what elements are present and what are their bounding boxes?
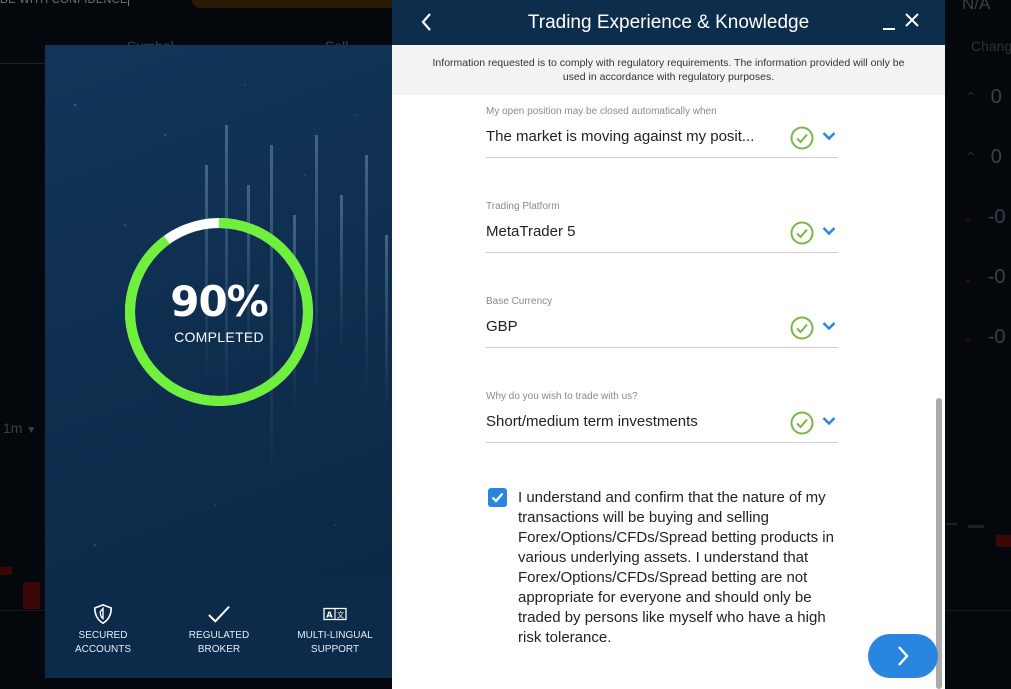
feature-regulated-broker: REGULATED BROKER	[161, 577, 277, 678]
chevron-right-icon	[898, 646, 909, 666]
change-row: ⌄ -0	[962, 326, 1006, 348]
field-trading-reason[interactable]: Why do you wish to trade with us? Short/…	[486, 380, 838, 475]
field-trading-platform[interactable]: Trading Platform MetaTrader 5	[486, 190, 838, 285]
valid-check-icon	[790, 411, 814, 435]
caret-down-icon: ▼	[26, 425, 37, 436]
svg-text:文: 文	[337, 611, 345, 620]
valid-check-icon	[790, 221, 814, 245]
chevron-down-icon[interactable]	[822, 321, 836, 331]
next-button[interactable]	[868, 634, 938, 678]
arrow-down-icon: ⌄	[962, 329, 974, 345]
modal-title: Trading Experience & Knowledge	[527, 11, 810, 33]
arrow-down-icon: ⌄	[962, 209, 974, 225]
translate-icon: A 文	[323, 607, 347, 621]
close-icon	[905, 13, 919, 27]
arrow-up-icon: ⌃	[965, 89, 977, 105]
progress-percent: 90%	[170, 277, 269, 326]
column-header-change: Change	[971, 38, 1011, 54]
change-row: ⌃ 0	[965, 146, 1002, 168]
candle	[968, 525, 984, 528]
candle	[23, 582, 40, 609]
chevron-left-icon	[421, 13, 431, 31]
field-base-currency[interactable]: Base Currency GBP	[486, 285, 838, 380]
timeframe-selector[interactable]: 1m ▼	[3, 420, 36, 436]
field-underline	[486, 442, 838, 443]
valid-check-icon	[790, 126, 814, 150]
candle	[0, 567, 12, 575]
close-button[interactable]	[904, 12, 920, 28]
select-auto-close-position[interactable]: The market is moving against my posit...	[486, 128, 786, 145]
modal-header: Trading Experience & Knowledge	[392, 0, 945, 45]
feature-strip: SECURED ACCOUNTS REGULATED BROKER A 文 MU…	[45, 577, 395, 678]
change-row: ⌄ -0	[962, 266, 1006, 288]
candle	[996, 535, 1011, 547]
progress-status: COMPLETED	[174, 329, 264, 345]
field-underline	[486, 157, 838, 158]
select-trading-reason[interactable]: Short/medium term investments	[486, 413, 786, 430]
arrow-up-icon: ⌃	[965, 149, 977, 165]
price-na: N/A	[962, 0, 991, 13]
scrollbar[interactable]	[936, 398, 942, 689]
valid-check-icon	[790, 316, 814, 340]
change-row: ⌃ 0	[965, 86, 1002, 108]
feature-multilingual-support: A 文 MULTI-LINGUAL SUPPORT	[277, 577, 393, 678]
minimize-button[interactable]	[882, 14, 896, 30]
chevron-down-icon[interactable]	[822, 416, 836, 426]
progress-readout: 90% COMPLETED	[124, 277, 314, 345]
onboarding-progress-panel: 90% COMPLETED SECURED ACCOUNTS REGULATED…	[45, 45, 395, 678]
field-underline	[486, 347, 838, 348]
tagline: DE WITH CONFIDENCE	[0, 0, 128, 6]
checkmark-icon	[491, 492, 504, 503]
back-button[interactable]	[416, 8, 436, 36]
chevron-down-icon[interactable]	[822, 131, 836, 141]
field-underline	[486, 252, 838, 253]
svg-text:A: A	[326, 610, 333, 620]
divider	[128, 0, 129, 6]
chevron-down-icon[interactable]	[822, 226, 836, 236]
candle	[946, 523, 957, 525]
feature-secured-accounts: SECURED ACCOUNTS	[45, 577, 161, 678]
promo-banner[interactable]	[192, 0, 392, 8]
divider	[0, 63, 45, 64]
consent-text: I understand and confirm that the nature…	[518, 489, 834, 646]
field-auto-close-position[interactable]: My open position may be closed automatic…	[486, 95, 838, 190]
shield-icon	[93, 603, 113, 625]
experience-form: My open position may be closed automatic…	[486, 95, 838, 475]
select-trading-platform[interactable]: MetaTrader 5	[486, 223, 786, 240]
select-base-currency[interactable]: GBP	[486, 318, 786, 335]
consent-checkbox[interactable]	[488, 488, 507, 507]
checkmark-icon	[208, 605, 230, 623]
regulatory-notice: Information requested is to comply with …	[392, 45, 945, 95]
change-row: ⌄ -0	[962, 206, 1006, 228]
arrow-down-icon: ⌄	[962, 269, 974, 285]
trading-experience-modal: Trading Experience & Knowledge Informati…	[392, 0, 945, 689]
